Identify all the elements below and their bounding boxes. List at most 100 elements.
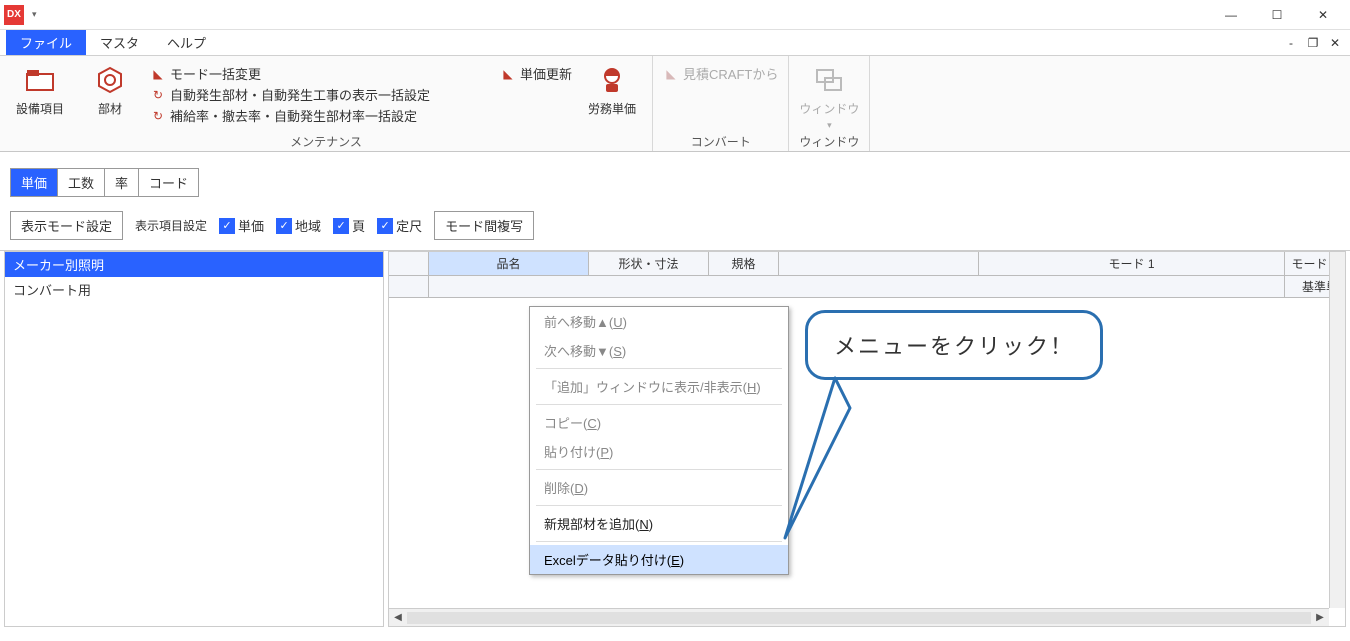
mdi-window-controls: - ❐ ✕	[1282, 30, 1350, 55]
tab-file[interactable]: ファイル	[6, 30, 86, 55]
mode-copy-button[interactable]: モード間複写	[434, 211, 534, 240]
roumu-label: 労務単価	[588, 100, 636, 117]
menu-copy[interactable]: コピー(C)	[530, 408, 788, 437]
grid-header-keijou[interactable]: 形状・寸法	[589, 252, 709, 275]
window-minimize-button[interactable]: —	[1208, 0, 1254, 30]
grid-header-spacer1	[779, 252, 979, 275]
equipment-label: 設備項目	[16, 100, 64, 117]
check-page-text: 頁	[352, 216, 365, 235]
roumu-button[interactable]: 労務単価	[582, 58, 642, 117]
check-chiiki-text: 地域	[295, 216, 321, 235]
check-tanka[interactable]: ✓単価	[219, 216, 264, 235]
menu-prev[interactable]: 前へ移動▲(U)	[530, 307, 788, 336]
mdi-close-button[interactable]: ✕	[1326, 36, 1344, 50]
window-button[interactable]: ウィンドウ▾	[799, 58, 859, 131]
tanka-update-label: 単価更新	[520, 64, 572, 83]
grid-header-row: 品名 形状・寸法 規格 モード 1 モード 2	[389, 252, 1345, 276]
quick-access-toolbar: ▾	[32, 9, 37, 20]
display-item-label: 表示項目設定	[135, 217, 207, 234]
menu-show-hide[interactable]: 「追加」ウィンドウに表示/非表示(H)	[530, 372, 788, 401]
seg-code[interactable]: コード	[139, 169, 198, 196]
menu-add-new[interactable]: 新規部材を追加(N)	[530, 509, 788, 538]
seg-tanka[interactable]: 単価	[11, 169, 58, 196]
tab-help[interactable]: ヘルプ	[153, 30, 220, 55]
context-menu: 前へ移動▲(U) 次へ移動▼(S) 「追加」ウィンドウに表示/非表示(H) コピ…	[529, 306, 789, 575]
check-icon: ✓	[219, 218, 235, 234]
maintenance-group-label: メンテナンス	[10, 133, 642, 151]
callout-tail-icon	[775, 368, 855, 548]
check-tanka-text: 単価	[238, 216, 264, 235]
tanka-update-button[interactable]: ◣単価更新	[500, 64, 572, 83]
menu-next[interactable]: 次へ移動▼(S)	[530, 336, 788, 365]
ribbon-tab-bar: ファイル マスタ ヘルプ - ❐ ✕	[0, 30, 1350, 56]
tree-row-maker[interactable]: メーカー別照明	[5, 252, 383, 277]
ribbon-group-maintenance: 設備項目 部材 ◣モード一括変更 ↻自動発生部材・自動発生工事の表示一括設定 ↻…	[0, 56, 653, 151]
folder-icon	[26, 69, 54, 91]
tag-icon: ◣	[663, 66, 679, 82]
app-icon: DX	[4, 5, 24, 25]
grid-header-mode1[interactable]: モード 1	[979, 252, 1285, 275]
check-chiiki[interactable]: ✓地域	[276, 216, 321, 235]
window-close-button[interactable]: ✕	[1300, 0, 1346, 30]
refresh-icon: ↻	[150, 87, 166, 103]
menu-separator	[536, 404, 782, 405]
menu-separator	[536, 541, 782, 542]
tag-icon: ◣	[500, 66, 516, 82]
grid-header-kikaku[interactable]: 規格	[709, 252, 779, 275]
mitsumori-label: 見積CRAFTから	[683, 64, 778, 83]
equipment-item-button[interactable]: 設備項目	[10, 58, 70, 117]
view-segment: 単価 工数 率 コード	[10, 168, 199, 197]
check-teishaku[interactable]: ✓定尺	[377, 216, 422, 235]
window-group-label: ウィンドウ	[799, 133, 859, 151]
scroll-track[interactable]	[407, 612, 1311, 624]
grid-header-hinmei[interactable]: 品名	[429, 252, 589, 275]
hokyuu-label: 補給率・撤去率・自動発生部材率一括設定	[170, 106, 417, 125]
window-maximize-button[interactable]: ☐	[1254, 0, 1300, 30]
menu-separator	[536, 505, 782, 506]
convert-group-label: コンバート	[663, 133, 778, 151]
mode-batch-label: モード一括変更	[170, 64, 261, 83]
mode-batch-button[interactable]: ◣モード一括変更	[150, 64, 430, 83]
menu-excel-paste[interactable]: Excelデータ貼り付け(E)	[530, 545, 788, 574]
horizontal-scrollbar[interactable]: ◀ ▶	[389, 608, 1329, 626]
menu-delete[interactable]: 削除(D)	[530, 473, 788, 502]
instruction-callout: メニューをクリック！	[805, 310, 1103, 380]
maintenance-list: ◣モード一括変更 ↻自動発生部材・自動発生工事の表示一括設定 ↻補給率・撤去率・…	[150, 58, 430, 125]
mdi-minimize-button[interactable]: -	[1282, 36, 1300, 50]
mdi-restore-button[interactable]: ❐	[1304, 36, 1322, 50]
window-btn-label: ウィンドウ▾	[799, 100, 859, 131]
scroll-left-icon[interactable]: ◀	[389, 612, 407, 623]
category-tree[interactable]: メーカー別照明 コンバート用	[4, 251, 384, 627]
ribbon: 設備項目 部材 ◣モード一括変更 ↻自動発生部材・自動発生工事の表示一括設定 ↻…	[0, 56, 1350, 152]
auto-buzai-button[interactable]: ↻自動発生部材・自動発生工事の表示一括設定	[150, 85, 430, 104]
menu-separator	[536, 368, 782, 369]
check-page[interactable]: ✓頁	[333, 216, 365, 235]
scroll-right-icon[interactable]: ▶	[1311, 612, 1329, 623]
hokyuu-button[interactable]: ↻補給率・撤去率・自動発生部材率一括設定	[150, 106, 430, 125]
buzai-label: 部材	[98, 100, 122, 117]
check-icon: ✓	[377, 218, 393, 234]
mitsumori-craft-button[interactable]: ◣見積CRAFTから	[663, 64, 778, 83]
menu-paste[interactable]: 貼り付け(P)	[530, 437, 788, 466]
windows-icon	[815, 68, 843, 92]
check-teishaku-text: 定尺	[396, 216, 422, 235]
ribbon-group-window: ウィンドウ▾ ウィンドウ	[789, 56, 870, 151]
check-icon: ✓	[276, 218, 292, 234]
ribbon-group-convert: ◣見積CRAFTから コンバート	[653, 56, 789, 151]
vertical-scrollbar[interactable]	[1329, 252, 1345, 608]
settings-bar: 表示モード設定 表示項目設定 ✓単価 ✓地域 ✓頁 ✓定尺 モード間複写	[0, 205, 1350, 250]
check-icon: ✓	[333, 218, 349, 234]
display-mode-button[interactable]: 表示モード設定	[10, 211, 123, 240]
title-bar: DX ▾ — ☐ ✕	[0, 0, 1350, 30]
grid-subheader-row: 基準単	[389, 276, 1345, 298]
buzai-button[interactable]: 部材	[80, 58, 140, 117]
qat-dropdown-icon[interactable]: ▾	[32, 9, 37, 20]
tag-icon: ◣	[150, 66, 166, 82]
seg-ritsu[interactable]: 率	[105, 169, 139, 196]
tab-master[interactable]: マスタ	[86, 30, 153, 55]
seg-kousuu[interactable]: 工数	[58, 169, 105, 196]
filter-bar: 単価 工数 率 コード	[0, 152, 1350, 205]
grid-header-blank	[389, 252, 429, 275]
nut-icon	[96, 66, 124, 94]
tree-row-convert[interactable]: コンバート用	[5, 277, 383, 302]
